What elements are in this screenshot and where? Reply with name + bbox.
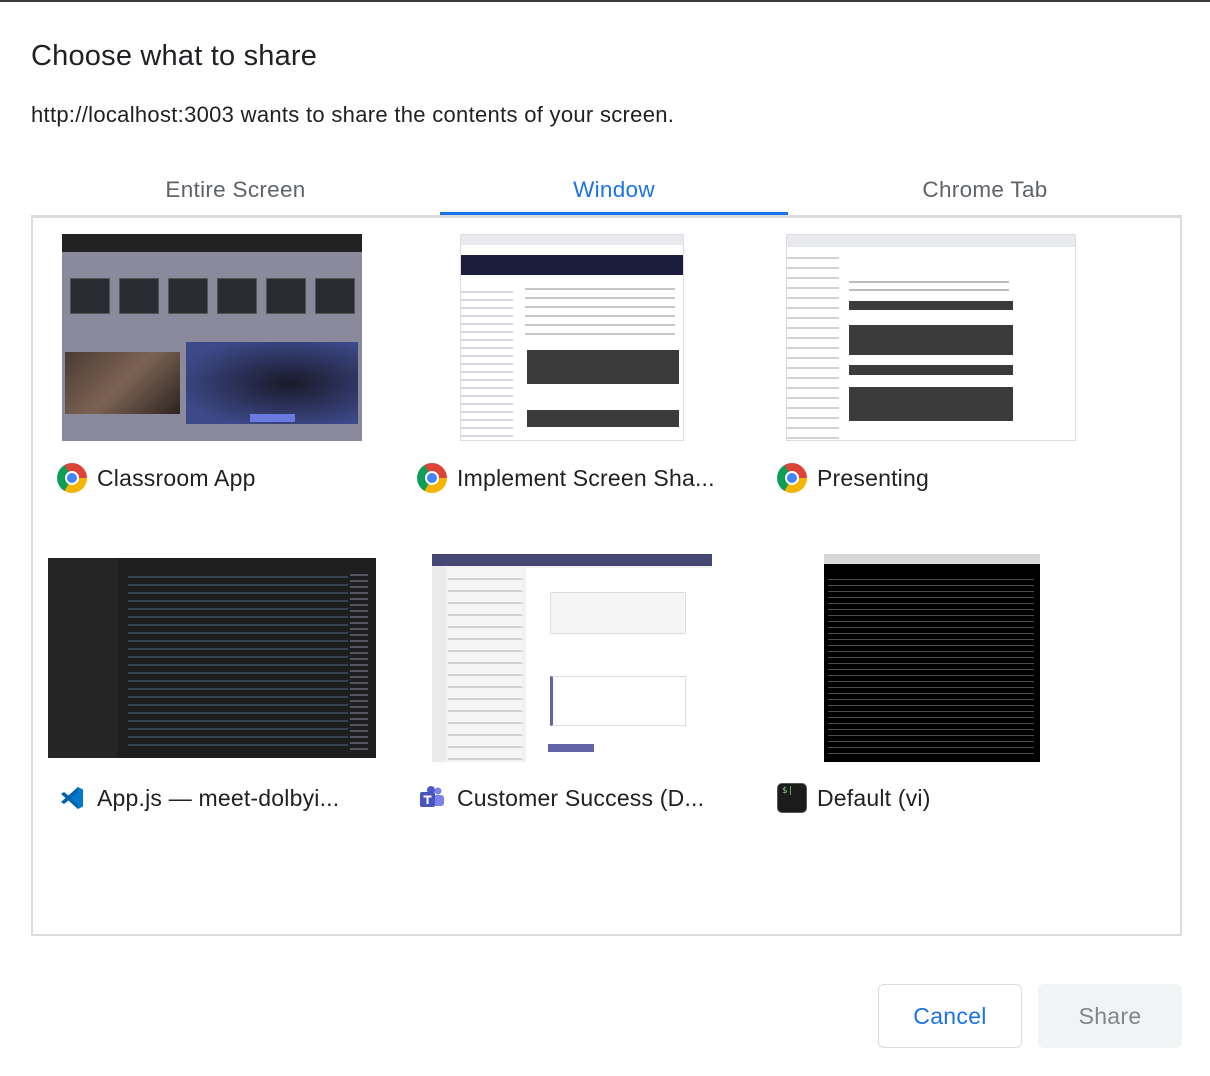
- window-item-presenting[interactable]: Presenting: [777, 463, 929, 493]
- window-item-label: Default (vi): [817, 784, 931, 811]
- vscode-icon: [57, 783, 87, 813]
- window-thumbnail-implement-screen-share[interactable]: [460, 234, 684, 441]
- dialog-subtitle: http://localhost:3003 wants to share the…: [31, 102, 675, 127]
- chrome-icon: [777, 463, 807, 493]
- share-dialog: Choose what to share http://localhost:30…: [0, 0, 1210, 1076]
- terminal-icon: [777, 783, 807, 813]
- window-item-customer-success[interactable]: Customer Success (D...: [417, 783, 704, 813]
- dialog-title: Choose what to share: [31, 40, 318, 72]
- window-item-label: App.js — meet-dolbyi...: [97, 784, 340, 811]
- window-item-implement-screen-share[interactable]: Implement Screen Sha...: [417, 463, 715, 493]
- window-item-classroom-app[interactable]: Classroom App: [57, 463, 256, 493]
- share-button[interactable]: Share: [1038, 984, 1182, 1048]
- teams-icon: [417, 783, 447, 813]
- window-item-label: Classroom App: [97, 464, 256, 491]
- window-thumbnail-app-js[interactable]: [48, 558, 376, 758]
- cancel-button[interactable]: Cancel: [878, 984, 1022, 1048]
- window-item-app-js[interactable]: App.js — meet-dolbyi...: [57, 783, 339, 813]
- window-thumbnail-default-vi[interactable]: [824, 554, 1040, 762]
- window-item-label: Customer Success (D...: [457, 784, 705, 811]
- tab-entire-screen[interactable]: Entire Screen: [31, 162, 440, 218]
- chrome-icon: [417, 463, 447, 493]
- window-item-default-vi[interactable]: Default (vi): [777, 783, 931, 813]
- window-thumbnail-presenting[interactable]: [786, 234, 1076, 441]
- source-tabs: Entire Screen Window Chrome Tab: [31, 162, 1182, 218]
- tab-chrome-tab[interactable]: Chrome Tab: [788, 162, 1182, 218]
- window-thumbnail-customer-success[interactable]: [432, 554, 712, 762]
- tab-window[interactable]: Window: [440, 162, 788, 218]
- window-thumbnail-classroom-app[interactable]: [62, 234, 362, 441]
- chrome-icon: [57, 463, 87, 493]
- window-item-label: Presenting: [817, 464, 929, 491]
- window-item-label: Implement Screen Sha...: [457, 464, 715, 491]
